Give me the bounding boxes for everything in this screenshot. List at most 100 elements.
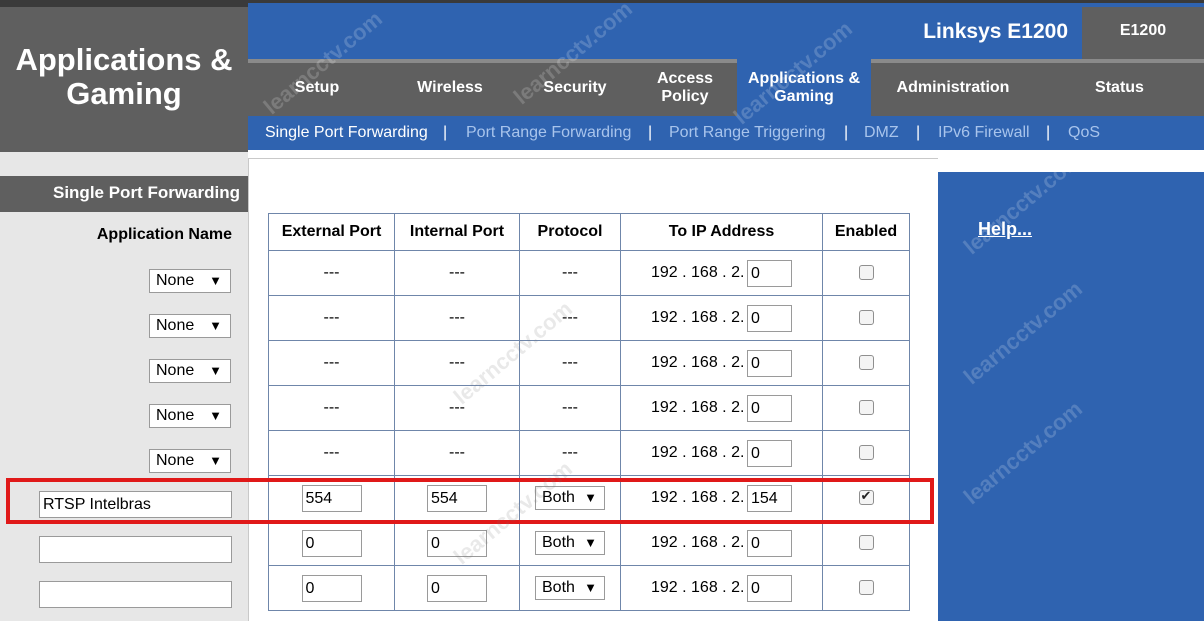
enabled-checkbox[interactable] bbox=[858, 265, 874, 281]
internal-port-cell: --- bbox=[394, 430, 520, 476]
ip-prefix: 192 . 168 . 2. bbox=[651, 579, 745, 596]
protocol-cell: Both ▼ bbox=[519, 520, 621, 566]
dropdown-arrow-icon: ▼ bbox=[584, 580, 597, 595]
tab-label: Setup bbox=[294, 78, 340, 96]
ip-last-octet-input[interactable]: 0 bbox=[747, 260, 792, 287]
dropdown-arrow-icon: ▼ bbox=[209, 408, 222, 423]
ip-prefix: 192 . 168 . 2. bbox=[651, 264, 745, 281]
enabled-cell bbox=[822, 520, 910, 566]
enabled-checkbox[interactable] bbox=[858, 355, 874, 371]
ip-address-cell: 192 . 168 . 2. 0 bbox=[620, 340, 823, 386]
help-link[interactable]: Help... bbox=[978, 219, 1032, 240]
tab-administration[interactable]: Administration bbox=[871, 59, 1035, 116]
product-name: Linksys E1200 bbox=[923, 20, 1068, 43]
application-select[interactable]: None ▼ bbox=[149, 314, 231, 338]
enabled-cell bbox=[822, 340, 910, 386]
subnav-port-range-forwarding[interactable]: Port Range Forwarding bbox=[466, 124, 631, 142]
subnav-separator: | bbox=[1046, 124, 1051, 141]
ip-last-octet-input[interactable]: 0 bbox=[747, 530, 792, 557]
application-name-input[interactable] bbox=[39, 536, 232, 563]
external-port-cell: 0 bbox=[268, 520, 395, 566]
internal-port-cell: --- bbox=[394, 340, 520, 386]
ip-address-cell: 192 . 168 . 2. 0 bbox=[620, 520, 823, 566]
ip-last-octet-input[interactable]: 0 bbox=[747, 350, 792, 377]
subnav-qos[interactable]: QoS bbox=[1068, 124, 1100, 142]
internal-port-input[interactable]: 0 bbox=[427, 529, 487, 557]
table-row: 0 0 Both ▼ 192 . 168 . 2. 0 bbox=[268, 520, 910, 566]
ip-address-cell: 192 . 168 . 2. 0 bbox=[620, 295, 823, 341]
protocol-cell: --- bbox=[519, 295, 621, 341]
external-port-input[interactable]: 0 bbox=[301, 574, 362, 602]
tab-access-policy[interactable]: Access Policy bbox=[636, 59, 734, 116]
help-panel: Help... bbox=[938, 172, 1204, 621]
application-select[interactable]: None ▼ bbox=[149, 449, 231, 473]
ip-prefix: 192 . 168 . 2. bbox=[651, 309, 745, 326]
table-row: --- --- --- 192 . 168 . 2. 0 bbox=[268, 295, 910, 341]
tab-wireless[interactable]: Wireless bbox=[386, 59, 514, 116]
ip-prefix: 192 . 168 . 2. bbox=[651, 444, 745, 461]
ip-address-cell: 192 . 168 . 2. 0 bbox=[620, 430, 823, 476]
tab-label-line2: Policy bbox=[661, 87, 709, 105]
ip-address-cell: 192 . 168 . 2. 0 bbox=[620, 565, 823, 611]
subnav-separator: | bbox=[648, 124, 653, 141]
top-strip bbox=[0, 0, 1204, 7]
ip-prefix: 192 . 168 . 2. bbox=[651, 534, 745, 551]
protocol-select[interactable]: Both ▼ bbox=[535, 576, 605, 600]
internal-port-cell: --- bbox=[394, 385, 520, 431]
subnav-separator: | bbox=[443, 124, 448, 141]
tab-security[interactable]: Security bbox=[514, 59, 636, 116]
table-row: 0 0 Both ▼ 192 . 168 . 2. 0 bbox=[268, 565, 910, 611]
ip-address-cell: 192 . 168 . 2. 0 bbox=[620, 385, 823, 431]
section-title-line1: Applications & bbox=[15, 42, 233, 77]
external-port-cell: --- bbox=[268, 430, 395, 476]
ip-last-octet-input[interactable]: 0 bbox=[747, 575, 792, 602]
section-title: Applications & Gaming bbox=[0, 43, 248, 111]
internal-port-input[interactable]: 0 bbox=[427, 574, 487, 602]
select-value: None bbox=[156, 407, 195, 424]
ip-last-octet-input[interactable]: 0 bbox=[747, 305, 792, 332]
column-header-protocol: Protocol bbox=[519, 213, 621, 251]
enabled-cell bbox=[822, 250, 910, 296]
subnav-port-range-triggering[interactable]: Port Range Triggering bbox=[669, 124, 826, 142]
enabled-checkbox[interactable] bbox=[858, 535, 874, 551]
application-select[interactable]: None ▼ bbox=[149, 404, 231, 428]
internal-port-cell: 0 bbox=[394, 565, 520, 611]
enabled-checkbox[interactable] bbox=[858, 400, 874, 416]
ip-last-octet-input[interactable]: 0 bbox=[747, 440, 792, 467]
enabled-checkbox[interactable] bbox=[858, 580, 874, 596]
internal-port-cell: --- bbox=[394, 295, 520, 341]
protocol-cell: --- bbox=[519, 340, 621, 386]
external-port-input[interactable]: 0 bbox=[301, 529, 362, 557]
protocol-cell: Both ▼ bbox=[519, 565, 621, 611]
dropdown-arrow-icon: ▼ bbox=[209, 318, 222, 333]
tab-setup[interactable]: Setup bbox=[248, 59, 386, 116]
column-header-internal-port: Internal Port bbox=[394, 213, 520, 251]
enabled-checkbox[interactable] bbox=[858, 310, 874, 326]
ip-last-octet-input[interactable]: 0 bbox=[747, 395, 792, 422]
subnav-ipv6-firewall[interactable]: IPv6 Firewall bbox=[938, 124, 1030, 142]
application-select[interactable]: None ▼ bbox=[149, 269, 231, 293]
tab-applications-gaming[interactable]: Applications & Gaming bbox=[737, 59, 871, 116]
section-heading: Single Port Forwarding bbox=[0, 176, 248, 212]
subnav-single-port-forwarding[interactable]: Single Port Forwarding bbox=[265, 124, 428, 142]
application-name-label: Application Name bbox=[96, 226, 232, 243]
tab-label-line1: Access bbox=[656, 69, 714, 87]
subnav-separator: | bbox=[916, 124, 921, 141]
external-port-cell: --- bbox=[268, 295, 395, 341]
table-header-row: External Port Internal Port Protocol To … bbox=[268, 213, 910, 251]
tab-label-line1: Applications & bbox=[747, 69, 860, 87]
tab-label: Status bbox=[1095, 78, 1144, 96]
product-header: Linksys E1200 bbox=[248, 7, 1082, 59]
protocol-select[interactable]: Both ▼ bbox=[535, 531, 605, 555]
subnav-dmz[interactable]: DMZ bbox=[864, 124, 899, 142]
dropdown-arrow-icon: ▼ bbox=[209, 273, 222, 288]
enabled-cell bbox=[822, 565, 910, 611]
enabled-checkbox[interactable] bbox=[858, 445, 874, 461]
select-value: None bbox=[156, 362, 195, 379]
port-forwarding-table: External Port Internal Port Protocol To … bbox=[268, 213, 910, 611]
application-name-input[interactable] bbox=[39, 581, 232, 608]
application-select[interactable]: None ▼ bbox=[149, 359, 231, 383]
tab-label: Security bbox=[543, 78, 607, 96]
tab-status[interactable]: Status bbox=[1035, 59, 1204, 116]
enabled-cell bbox=[822, 295, 910, 341]
